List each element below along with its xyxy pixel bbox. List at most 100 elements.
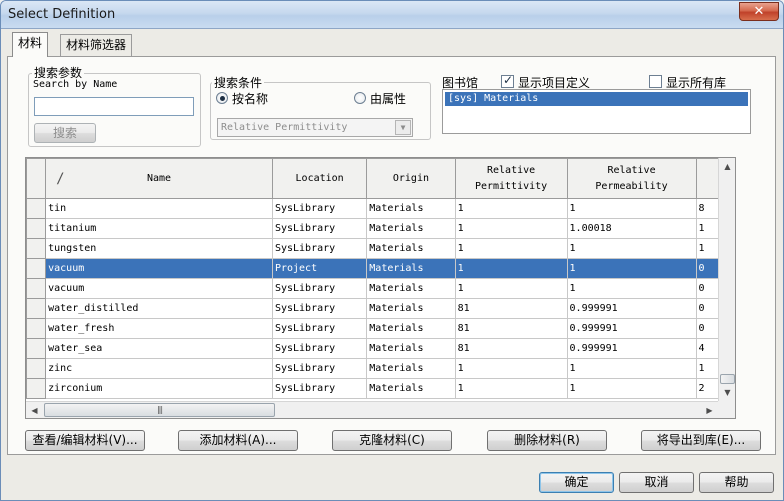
cell-permeability: 1 bbox=[566, 358, 697, 379]
library-item[interactable]: [sys] Materials bbox=[445, 92, 748, 106]
table-row[interactable]: water_distilled SysLibrary Materials 81 0.99… bbox=[26, 298, 735, 319]
cell-origin: Materials bbox=[366, 298, 456, 319]
scroll-up-icon[interactable]: ▲ bbox=[719, 158, 736, 175]
cell-origin: Materials bbox=[366, 198, 456, 219]
table-row[interactable]: zirconium SysLibrary Materials 1 1 2 bbox=[26, 378, 735, 399]
horizontal-scroll-thumb[interactable]: ||| bbox=[44, 403, 275, 417]
cell-permittivity: 81 bbox=[454, 318, 568, 339]
help-button[interactable]: 帮助 bbox=[699, 472, 774, 493]
cell-permeability: 0.999991 bbox=[566, 318, 697, 339]
horizontal-scrollbar[interactable]: ◀ ||| ▶ bbox=[26, 401, 718, 418]
cell-name: vacuum bbox=[45, 258, 273, 279]
ok-button[interactable]: 确定 bbox=[539, 472, 614, 493]
cell-name: water_distilled bbox=[45, 298, 273, 319]
table-row[interactable]: titanium SysLibrary Materials 1 1.00018 1 bbox=[26, 218, 735, 239]
column-header-permittivity[interactable]: Relative Permittivity bbox=[454, 158, 568, 199]
table-row[interactable]: tin SysLibrary Materials 1 1 8 bbox=[26, 198, 735, 219]
by-property-radio[interactable] bbox=[354, 92, 366, 104]
table-row[interactable]: vacuum Project Materials 1 1 0 bbox=[26, 258, 735, 279]
column-header-location[interactable]: Location bbox=[271, 158, 368, 199]
cell-permeability: 1.00018 bbox=[566, 218, 697, 239]
export-to-library-button[interactable]: 将导出到库(E)... bbox=[641, 430, 761, 451]
title-bar[interactable]: Select Definition ✕ bbox=[1, 1, 783, 29]
table-row[interactable]: water_sea SysLibrary Materials 81 0.999991 4 bbox=[26, 338, 735, 359]
cell-permeability: 0.999991 bbox=[566, 338, 697, 359]
window-title: Select Definition bbox=[8, 7, 116, 22]
tab-materials[interactable]: 材料 bbox=[12, 32, 49, 57]
row-header[interactable] bbox=[26, 358, 47, 379]
vertical-scroll-thumb[interactable] bbox=[720, 374, 735, 384]
cell-location: SysLibrary bbox=[271, 378, 368, 399]
cell-permittivity: 1 bbox=[454, 238, 568, 259]
cell-location: SysLibrary bbox=[271, 358, 368, 379]
row-header[interactable] bbox=[26, 238, 47, 259]
property-select[interactable]: Relative Permittivity ▼ bbox=[217, 118, 413, 137]
scroll-right-icon[interactable]: ▶ bbox=[701, 402, 718, 419]
view-edit-material-button[interactable]: 查看/编辑材料(V)... bbox=[25, 430, 145, 451]
row-header-corner bbox=[26, 158, 47, 199]
column-header-name[interactable]: / Name bbox=[45, 158, 273, 199]
cancel-button[interactable]: 取消 bbox=[619, 472, 694, 493]
show-project-checkbox[interactable] bbox=[501, 73, 514, 88]
cell-permittivity: 1 bbox=[454, 378, 568, 399]
search-button[interactable]: 搜索 bbox=[34, 123, 96, 143]
add-material-button[interactable]: 添加材料(A)... bbox=[178, 430, 298, 451]
cell-origin: Materials bbox=[366, 278, 456, 299]
row-header[interactable] bbox=[26, 198, 47, 219]
row-header[interactable] bbox=[26, 278, 47, 299]
column-header-origin[interactable]: Origin bbox=[366, 158, 456, 199]
cell-permeability: 1 bbox=[566, 258, 697, 279]
chevron-down-icon[interactable]: ▼ bbox=[395, 120, 411, 135]
close-icon: ✕ bbox=[753, 4, 765, 19]
row-header[interactable] bbox=[26, 298, 47, 319]
by-property-label: 由属性 bbox=[370, 92, 407, 106]
row-header[interactable] bbox=[26, 378, 47, 399]
cell-permittivity: 81 bbox=[454, 298, 568, 319]
cell-name: zirconium bbox=[45, 378, 273, 399]
cell-location: SysLibrary bbox=[271, 218, 368, 239]
library-list[interactable]: [sys] Materials bbox=[442, 89, 751, 134]
cell-permeability: 0.999991 bbox=[566, 298, 697, 319]
table-row[interactable]: vacuum SysLibrary Materials 1 1 0 bbox=[26, 278, 735, 299]
cell-permittivity: 1 bbox=[454, 198, 568, 219]
row-header[interactable] bbox=[26, 338, 47, 359]
materials-grid: / Name Location Origin Relative Permittiv… bbox=[25, 157, 736, 419]
by-name-radio[interactable] bbox=[216, 92, 228, 104]
cell-location: SysLibrary bbox=[271, 338, 368, 359]
grid-header-row: / Name Location Origin Relative Permittiv… bbox=[26, 158, 735, 199]
row-header[interactable] bbox=[26, 318, 47, 339]
table-row[interactable]: tungsten SysLibrary Materials 1 1 1 bbox=[26, 238, 735, 259]
cell-name: zinc bbox=[45, 358, 273, 379]
show-all-checkbox[interactable] bbox=[649, 75, 662, 88]
cell-location: SysLibrary bbox=[271, 278, 368, 299]
cell-permeability: 1 bbox=[566, 198, 697, 219]
delete-material-button[interactable]: 删除材料(R) bbox=[487, 430, 607, 451]
cell-origin: Materials bbox=[366, 218, 456, 239]
vertical-scrollbar[interactable]: ▲ ▼ bbox=[718, 158, 735, 401]
cell-location: Project bbox=[271, 258, 368, 279]
cell-location: SysLibrary bbox=[271, 238, 368, 259]
scroll-down-icon[interactable]: ▼ bbox=[719, 384, 736, 401]
by-name-label: 按名称 bbox=[232, 92, 269, 106]
row-header[interactable] bbox=[26, 218, 47, 239]
cell-origin: Materials bbox=[366, 318, 456, 339]
cell-permittivity: 1 bbox=[454, 358, 568, 379]
search-by-name-label: Search by Name bbox=[33, 79, 118, 90]
cell-name: tin bbox=[45, 198, 273, 219]
close-button[interactable]: ✕ bbox=[739, 2, 779, 21]
search-name-input[interactable] bbox=[34, 97, 194, 116]
scroll-left-icon[interactable]: ◀ bbox=[26, 402, 43, 419]
cell-location: SysLibrary bbox=[271, 198, 368, 219]
search-criteria-label: 搜索条件 bbox=[212, 74, 265, 91]
cell-permittivity: 1 bbox=[454, 278, 568, 299]
cell-permittivity: 1 bbox=[454, 218, 568, 239]
grid-body: tin SysLibrary Materials 1 1 8 titanium SysLibr… bbox=[26, 198, 735, 399]
table-row[interactable]: zinc SysLibrary Materials 1 1 1 bbox=[26, 358, 735, 379]
tab-material-filters[interactable]: 材料筛选器 bbox=[60, 34, 133, 56]
cell-origin: Materials bbox=[366, 358, 456, 379]
column-header-permeability[interactable]: Relative Permeability bbox=[566, 158, 697, 199]
clone-material-button[interactable]: 克隆材料(C) bbox=[332, 430, 452, 451]
row-header[interactable] bbox=[26, 258, 47, 279]
select-definition-dialog: Select Definition ✕ 材料 材料筛选器 搜索参数 Search… bbox=[0, 0, 784, 501]
table-row[interactable]: water_fresh SysLibrary Materials 81 0.999991… bbox=[26, 318, 735, 339]
